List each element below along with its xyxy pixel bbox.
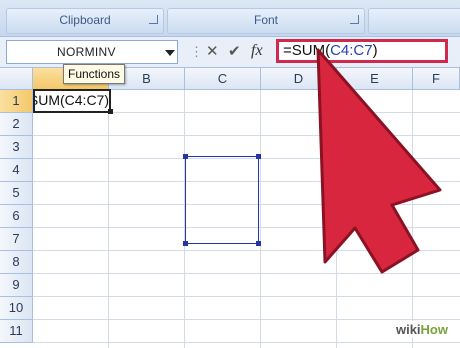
pointer-arrow-icon [316,48,442,274]
watermark-suffix: How [420,322,448,337]
wikihow-watermark: wikiHow [391,321,452,338]
watermark-prefix: wiki [395,322,421,337]
